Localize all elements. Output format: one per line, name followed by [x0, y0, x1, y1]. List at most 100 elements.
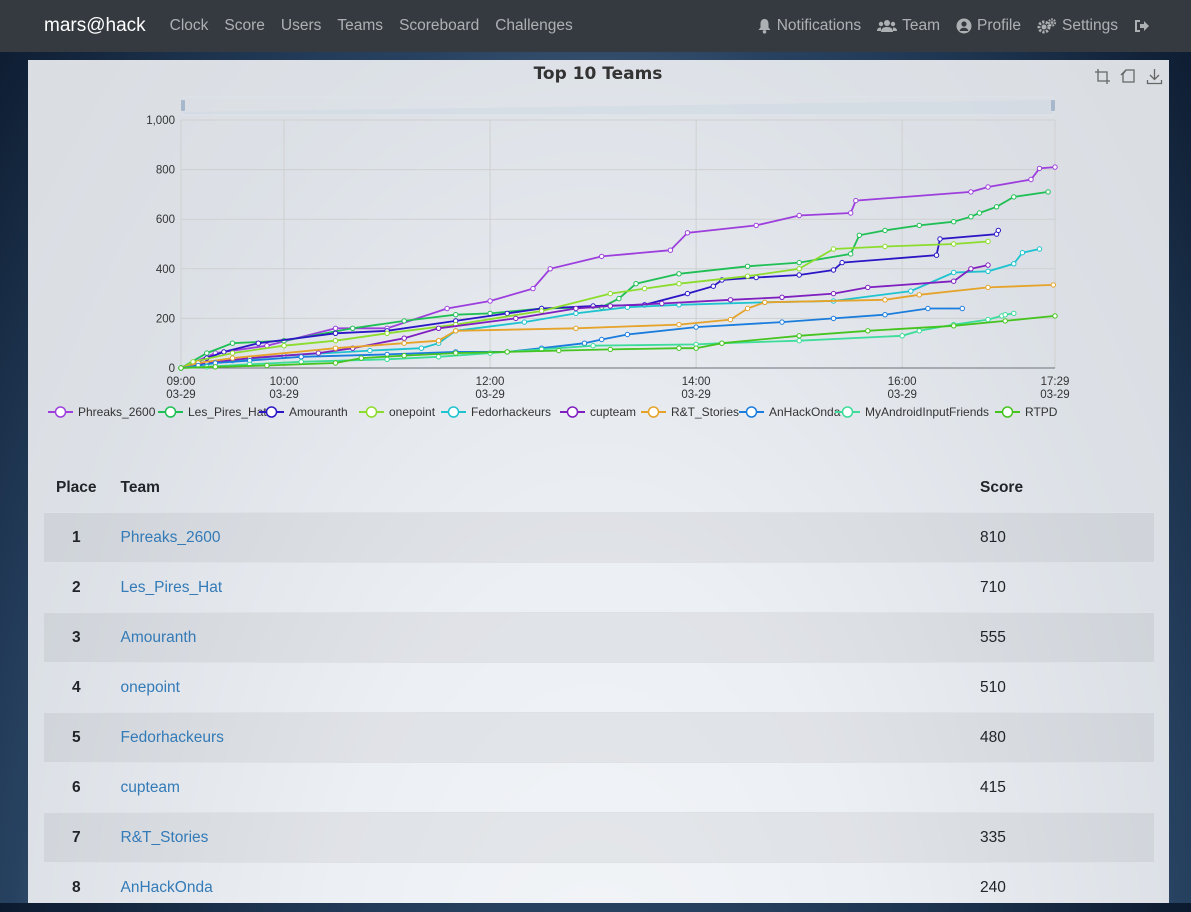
data-point: [634, 282, 638, 286]
legend-swatch-marker: [267, 407, 277, 417]
data-point: [660, 301, 664, 305]
logout-link[interactable]: [1134, 19, 1150, 33]
data-point: [720, 341, 724, 345]
data-point: [728, 298, 732, 302]
data-point: [608, 304, 612, 308]
nav-scoreboard[interactable]: Scoreboard: [399, 17, 479, 35]
legend-item-label: AnHackOnda: [769, 405, 841, 419]
data-point: [574, 311, 578, 315]
data-point: [986, 269, 990, 273]
data-point: [780, 320, 784, 324]
nav-settings[interactable]: Settings: [1037, 17, 1118, 35]
nav-teams[interactable]: Teams: [337, 17, 383, 35]
data-point: [797, 334, 801, 338]
download-icon[interactable]: [1146, 68, 1163, 85]
data-point: [677, 322, 681, 326]
y-tick-label: 600: [156, 214, 175, 226]
data-point: [677, 282, 681, 286]
data-point: [642, 286, 646, 290]
team-link[interactable]: R&T_Stories: [121, 829, 209, 846]
users-icon: [877, 19, 897, 33]
data-point: [230, 341, 234, 345]
data-point: [960, 306, 964, 310]
legend-swatch-marker: [56, 407, 66, 417]
scoreboard-panel: Top 10 Teams02004006008001,00009:0003-29…: [28, 60, 1169, 903]
data-point: [265, 363, 269, 367]
legend-swatch-marker: [568, 407, 578, 417]
data-point: [969, 190, 973, 194]
data-point: [677, 272, 681, 276]
team-link[interactable]: Amouranth: [121, 629, 197, 646]
nav-notifications-label: Notifications: [777, 17, 861, 35]
nav-challenges[interactable]: Challenges: [495, 17, 573, 35]
data-point: [763, 300, 767, 304]
legend-item-label: RTPD: [1025, 405, 1058, 419]
row-score: 415: [968, 763, 1154, 813]
data-point: [797, 339, 801, 343]
team-link[interactable]: Phreaks_2600: [121, 529, 221, 546]
data-point: [333, 339, 337, 343]
row-score: 710: [968, 563, 1154, 613]
data-point: [996, 228, 1000, 232]
x-tick-label: 14:0003-29: [681, 376, 710, 401]
x-tick-label: 10:0003-29: [269, 376, 298, 401]
nav-score[interactable]: Score: [224, 17, 265, 35]
legend-item-label: R&T_Stories: [671, 405, 739, 419]
data-point: [625, 332, 629, 336]
data-point: [1003, 313, 1007, 317]
team-link[interactable]: AnHackOnda: [121, 879, 213, 896]
team-link[interactable]: Fedorhackeurs: [121, 729, 224, 746]
legend-item-label: Amouranth: [289, 405, 348, 419]
row-score: 480: [968, 713, 1154, 763]
data-point: [617, 296, 621, 300]
data-point: [831, 247, 835, 251]
brand-link[interactable]: mars@hack: [44, 15, 146, 37]
data-point: [436, 355, 440, 359]
nav-settings-label: Settings: [1062, 17, 1118, 35]
data-point: [952, 279, 956, 283]
team-link[interactable]: Les_Pires_Hat: [121, 579, 223, 596]
data-point: [359, 356, 363, 360]
data-point: [685, 291, 689, 295]
nav-team[interactable]: Team: [877, 17, 940, 35]
zoom-icon[interactable]: [1094, 68, 1111, 85]
data-point: [436, 339, 440, 343]
data-point: [574, 326, 578, 330]
nav-users[interactable]: Users: [281, 17, 321, 35]
chart-toolbox: [1094, 68, 1163, 85]
row-place: 7: [44, 813, 109, 863]
data-point: [934, 253, 938, 257]
zoom-reset-icon[interactable]: [1120, 68, 1137, 85]
nav-notifications[interactable]: Notifications: [757, 17, 861, 35]
legend-item-label: Fedorhackeurs: [471, 405, 551, 419]
series-line: [181, 167, 1055, 368]
data-point: [917, 329, 921, 333]
data-point: [969, 215, 973, 219]
nav-profile[interactable]: Profile: [956, 17, 1021, 35]
header-team: Team: [109, 464, 968, 513]
data-point: [1012, 311, 1016, 315]
data-point: [385, 357, 389, 361]
navbar-right: Notifications Team Profile Settings: [757, 0, 1191, 52]
data-point: [505, 311, 509, 315]
datazoom-preview: [183, 100, 1053, 114]
data-point: [1012, 262, 1016, 266]
data-point: [454, 313, 458, 317]
nav-team-label: Team: [902, 17, 940, 35]
scoreboard-table: Place Team Score 1 Phreaks_2600 810 2 Le…: [44, 464, 1154, 912]
legend-item-label: cupteam: [590, 405, 636, 419]
data-point: [831, 291, 835, 295]
nav-clock[interactable]: Clock: [170, 17, 209, 35]
data-point: [1037, 166, 1041, 170]
row-score: 510: [968, 663, 1154, 713]
data-point: [256, 341, 260, 345]
data-point: [883, 313, 887, 317]
legend-swatch-marker: [1003, 407, 1013, 417]
y-tick-label: 400: [156, 264, 175, 276]
team-link[interactable]: cupteam: [121, 779, 180, 796]
team-link[interactable]: onepoint: [121, 679, 180, 696]
series-line: [181, 316, 1055, 368]
datazoom-handle-left: [181, 100, 185, 111]
data-point: [539, 309, 543, 313]
data-point: [333, 346, 337, 350]
